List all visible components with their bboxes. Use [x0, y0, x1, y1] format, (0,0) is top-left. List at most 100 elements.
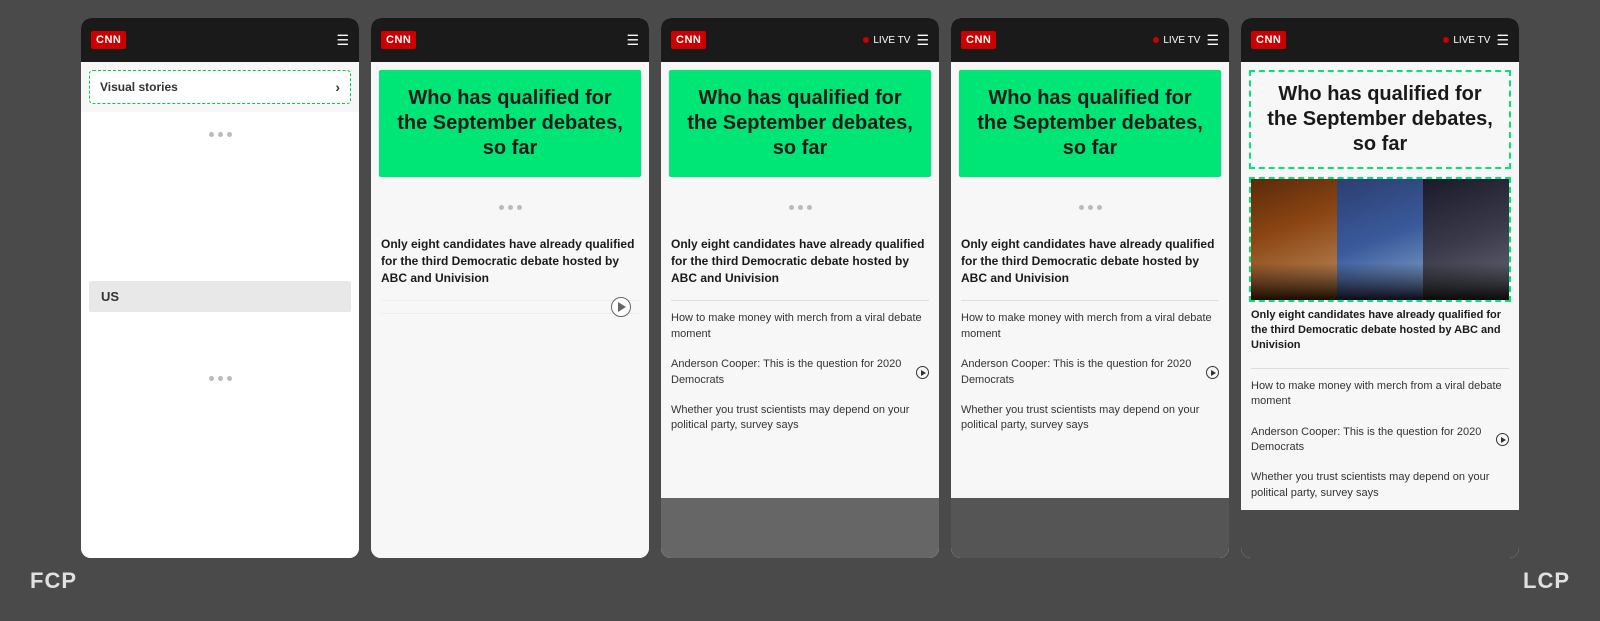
sub-article-3-2[interactable]: Anderson Cooper: This is the question fo…	[661, 351, 939, 397]
live-tv-4: LIVE TV	[1153, 35, 1200, 46]
dot-p3-1	[789, 205, 794, 210]
dot-p3-2	[798, 205, 803, 210]
sub-article-3-3[interactable]: Whether you trust scientists may depend …	[661, 397, 939, 443]
bottom-image-3	[661, 498, 939, 558]
sub-article-text-4-1: How to make money with merch from a vira…	[961, 311, 1219, 342]
cnn-header-3: CNN LIVE TV ☰	[661, 18, 939, 62]
live-tv-3: LIVE TV	[863, 35, 910, 46]
article-title-box-4: Who has qualified for the September deba…	[959, 70, 1221, 177]
bottom-image-4	[951, 498, 1229, 558]
us-section-label: US	[89, 281, 351, 312]
hamburger-icon-4[interactable]: ☰	[1206, 32, 1219, 49]
live-dot-3	[863, 37, 869, 43]
live-dot-5	[1443, 37, 1449, 43]
header-right-4: LIVE TV ☰	[1153, 32, 1219, 49]
article-title-4: Who has qualified for the September deba…	[973, 86, 1207, 161]
cnn-logo-4: CNN	[961, 31, 996, 49]
live-tv-text-5: LIVE TV	[1453, 35, 1490, 46]
cnn-logo-1: CNN	[91, 31, 126, 49]
play-icon-4	[1206, 366, 1219, 379]
phone-5: CNN LIVE TV ☰ Who has qualified for the …	[1241, 18, 1519, 558]
article-text-5: Only eight candidates have already quali…	[1241, 302, 1519, 364]
face-kamala	[1251, 179, 1337, 300]
cnn-header-4: CNN LIVE TV ☰	[951, 18, 1229, 62]
phone-4: CNN LIVE TV ☰ Who has qualified for the …	[951, 18, 1229, 558]
lcp-label: LCP	[1523, 568, 1570, 594]
article-text-4: Only eight candidates have already quali…	[951, 230, 1229, 296]
loading-dots-phone3	[661, 185, 939, 230]
dot-2	[218, 132, 223, 137]
article-title-box-3: Who has qualified for the September deba…	[669, 70, 931, 177]
divider-3a	[671, 300, 929, 301]
phone-1-body: Visual stories › US	[81, 62, 359, 558]
phone-5-body: Who has qualified for the September deba…	[1241, 62, 1519, 558]
header-right-5: LIVE TV ☰	[1443, 32, 1509, 49]
article-headline-5: Only eight candidates have already quali…	[1251, 308, 1509, 354]
visual-stories-bar[interactable]: Visual stories ›	[89, 70, 351, 104]
cnn-header-5: CNN LIVE TV ☰	[1241, 18, 1519, 62]
dot-6	[227, 376, 232, 381]
hamburger-icon-1[interactable]: ☰	[336, 32, 349, 49]
article-title-box-5: Who has qualified for the September deba…	[1249, 70, 1511, 169]
phone-1-white-area: US	[81, 112, 359, 558]
divider-4a	[961, 300, 1219, 301]
dot-p4-1	[1079, 205, 1084, 210]
sub-article-text-4-3: Whether you trust scientists may depend …	[961, 403, 1219, 434]
phone-1: CNN ☰ Visual stories › US	[81, 18, 359, 558]
dot-4	[209, 376, 214, 381]
sub-article-text-3-2: Anderson Cooper: This is the question fo…	[671, 357, 929, 388]
live-tv-text-3: LIVE TV	[873, 35, 910, 46]
sub-article-text-4-2: Anderson Cooper: This is the question fo…	[961, 357, 1219, 388]
dot-p4-2	[1088, 205, 1093, 210]
phone-3: CNN LIVE TV ☰ Who has qualified for the …	[661, 18, 939, 558]
chevron-right-icon: ›	[335, 79, 340, 95]
sub-article-text-3-1: How to make money with merch from a vira…	[671, 311, 929, 342]
sub-article-4-1[interactable]: How to make money with merch from a vira…	[951, 305, 1229, 351]
dot-p3-3	[807, 205, 812, 210]
hamburger-icon-3[interactable]: ☰	[916, 32, 929, 49]
article-headline-2: Only eight candidates have already quali…	[381, 236, 639, 286]
sub-article-4-3[interactable]: Whether you trust scientists may depend …	[951, 397, 1229, 443]
phone-3-body: Who has qualified for the September deba…	[661, 62, 939, 558]
phone-4-body: Who has qualified for the September deba…	[951, 62, 1229, 558]
politician-image-5	[1249, 177, 1511, 302]
play-icon-3	[916, 366, 929, 379]
phone-2: CNN ☰ Who has qualified for the Septembe…	[371, 18, 649, 558]
divider-5a	[1251, 368, 1509, 369]
sub-article-4-2[interactable]: Anderson Cooper: This is the question fo…	[951, 351, 1229, 397]
hamburger-icon-5[interactable]: ☰	[1496, 32, 1509, 49]
sub-article-text-5-3: Whether you trust scientists may depend …	[1251, 470, 1509, 501]
video-play-2[interactable]	[611, 297, 631, 317]
dot-p2-1	[499, 205, 504, 210]
cnn-logo-3: CNN	[671, 31, 706, 49]
sub-article-text-3-3: Whether you trust scientists may depend …	[671, 403, 929, 434]
loading-dots-1	[81, 112, 359, 157]
sub-article-5-2[interactable]: Anderson Cooper: This is the question fo…	[1241, 419, 1519, 465]
dot-p2-3	[517, 205, 522, 210]
dot-p2-2	[508, 205, 513, 210]
phones-container: CNN ☰ Visual stories › US	[0, 0, 1600, 558]
article-title-5: Who has qualified for the September deba…	[1261, 82, 1499, 157]
live-tv-5: LIVE TV	[1443, 35, 1490, 46]
dot-3	[227, 132, 232, 137]
hamburger-icon-2[interactable]: ☰	[626, 32, 639, 49]
article-headline-3: Only eight candidates have already quali…	[671, 236, 929, 286]
play-icon-5	[1496, 433, 1509, 446]
sub-article-5-1[interactable]: How to make money with merch from a vira…	[1241, 373, 1519, 419]
dot-1	[209, 132, 214, 137]
bottom-image-5	[1241, 510, 1519, 558]
sub-article-3-1[interactable]: How to make money with merch from a vira…	[661, 305, 939, 351]
face-third	[1423, 179, 1509, 300]
article-title-2: Who has qualified for the September deba…	[393, 86, 627, 161]
fcp-label: FCP	[30, 568, 77, 594]
visual-stories-label: Visual stories	[100, 80, 178, 94]
article-title-3: Who has qualified for the September deba…	[683, 86, 917, 161]
cnn-header-1: CNN ☰	[81, 18, 359, 62]
live-dot-4	[1153, 37, 1159, 43]
sub-article-5-3[interactable]: Whether you trust scientists may depend …	[1241, 464, 1519, 510]
sub-article-text-5-2: Anderson Cooper: This is the question fo…	[1251, 425, 1509, 456]
article-text-3: Only eight candidates have already quali…	[661, 230, 939, 296]
article-headline-4: Only eight candidates have already quali…	[961, 236, 1219, 286]
face-biden	[1337, 179, 1423, 300]
cnn-logo-5: CNN	[1251, 31, 1286, 49]
